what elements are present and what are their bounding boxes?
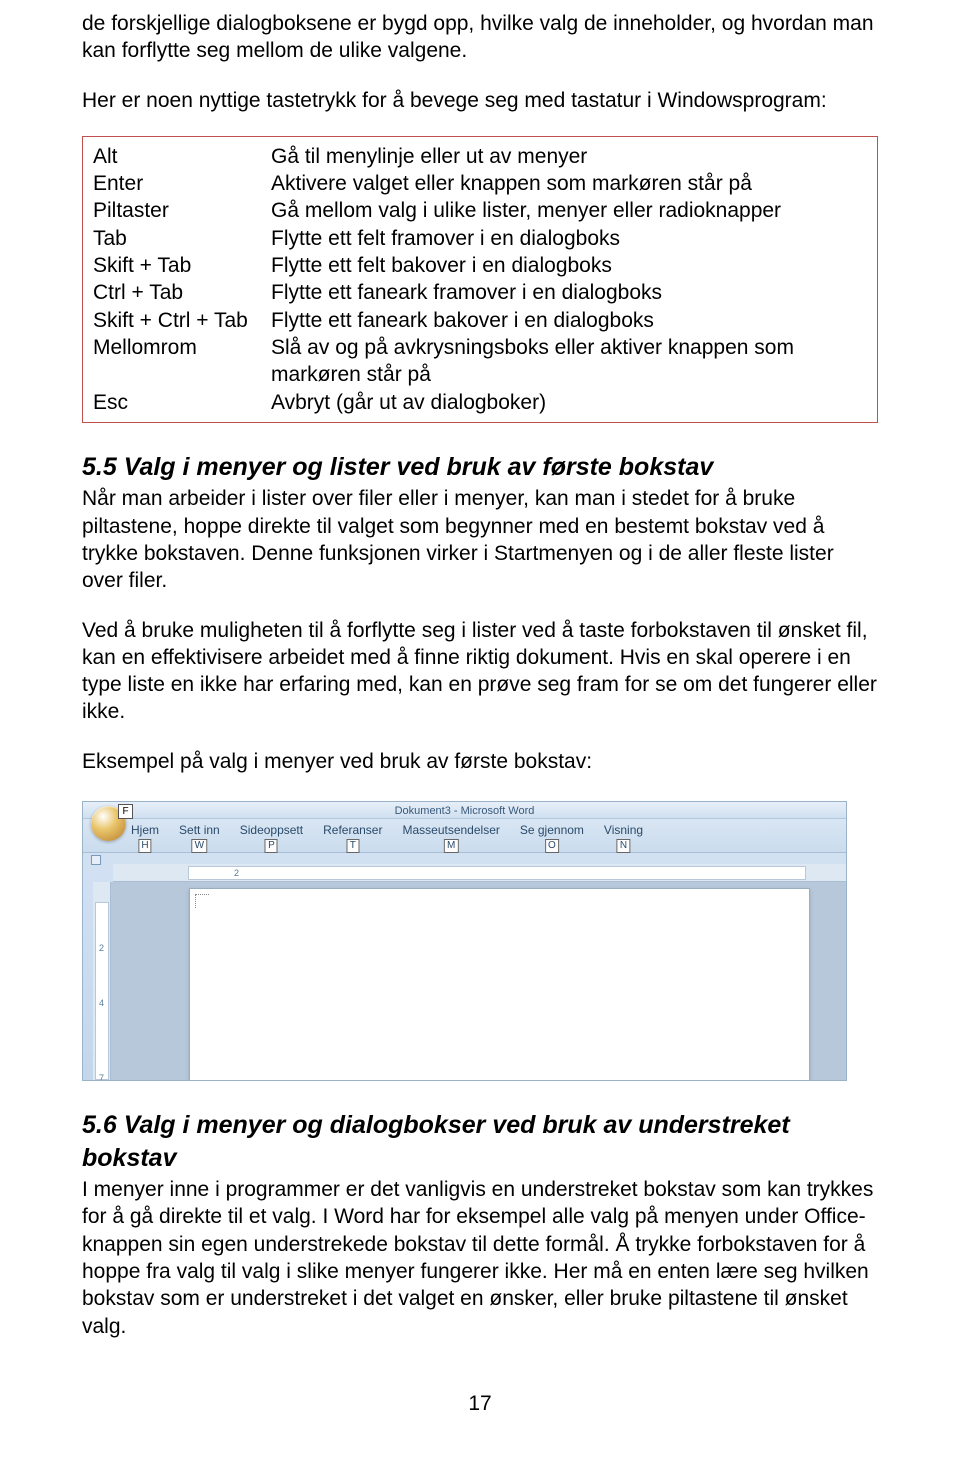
word-document-page[interactable] <box>189 888 810 1081</box>
document-page: de forskjellige dialogboksene er bygd op… <box>0 0 960 1447</box>
ribbon: Hjem H Sett inn W Sideoppsett P Referans… <box>83 819 846 853</box>
section-5-5: 5.5 Valg i menyer og lister ved bruk av … <box>82 451 878 775</box>
shortcut-row: Tab Flytte ett felt framover i en dialog… <box>93 225 867 252</box>
shortcut-desc: Avbryt (går ut av dialogboker) <box>271 389 867 416</box>
shortcut-key: Mellomrom <box>93 334 271 389</box>
margin-guide-icon <box>195 894 196 908</box>
ribbon-tab-label: Sideoppsett <box>240 823 303 837</box>
shortcut-table: Alt Gå til menylinje eller ut av menyer … <box>93 143 867 416</box>
shortcut-desc: Slå av og på avkrysningsboks eller aktiv… <box>271 334 867 389</box>
ribbon-tab-settinn[interactable]: Sett inn W <box>179 823 220 839</box>
shortcut-row: Ctrl + Tab Flytte ett faneark framover i… <box>93 279 867 306</box>
section-5-6: 5.6 Valg i menyer og dialogbokser ved br… <box>82 1109 878 1340</box>
ribbon-keytip: W <box>192 839 207 853</box>
ribbon-tab-label: Visning <box>604 823 643 837</box>
shortcut-key: Tab <box>93 225 271 252</box>
ruler-tick-label: 2 <box>99 943 104 955</box>
ribbon-keytip: P <box>265 839 278 853</box>
office-button-keytip: F <box>118 804 133 819</box>
ribbon-keytip: N <box>617 839 630 853</box>
shortcut-desc: Gå mellom valg i ulike lister, menyer el… <box>271 197 867 224</box>
word-window-title: Dokument3 - Microsoft Word <box>395 804 535 818</box>
shortcut-key: Alt <box>93 143 271 170</box>
shortcut-key: Ctrl + Tab <box>93 279 271 306</box>
ribbon-tab-label: Hjem <box>131 823 159 837</box>
section-5-5-heading: 5.5 Valg i menyer og lister ved bruk av … <box>82 451 878 484</box>
ribbon-keytip: T <box>346 839 359 853</box>
margin-guide-icon <box>195 894 209 895</box>
word-titlebar: Dokument3 - Microsoft Word <box>83 802 846 819</box>
shortcut-key: Enter <box>93 170 271 197</box>
section-5-6-heading: 5.6 Valg i menyer og dialogbokser ved br… <box>82 1109 878 1174</box>
ruler-tick-label: 4 <box>99 998 104 1010</box>
office-button[interactable]: F <box>91 806 126 841</box>
shortcut-desc: Flytte ett faneark bakover i en dialogbo… <box>271 307 867 334</box>
ribbon-tab-label: Masseutsendelser <box>402 823 499 837</box>
shortcut-desc: Flytte ett felt framover i en dialogboks <box>271 225 867 252</box>
shortcut-key: Esc <box>93 389 271 416</box>
shortcut-row: Skift + Ctrl + Tab Flytte ett faneark ba… <box>93 307 867 334</box>
ribbon-keytip: M <box>444 839 458 853</box>
ruler-tick-label: 2 <box>234 868 239 880</box>
ribbon-tab-label: Sett inn <box>179 823 220 837</box>
section-5-5-p2: Ved å bruke muligheten til å forflytte s… <box>82 617 878 726</box>
shortcut-row: Piltaster Gå mellom valg i ulike lister,… <box>93 197 867 224</box>
ribbon-tab-visning[interactable]: Visning N <box>604 823 643 839</box>
shortcut-key: Piltaster <box>93 197 271 224</box>
word-screenshot-figure: Dokument3 - Microsoft Word F Hjem H Sett… <box>82 801 847 1081</box>
ribbon-tab-label: Referanser <box>323 823 382 837</box>
shortcut-desc: Aktivere valget eller knappen som markør… <box>271 170 867 197</box>
ribbon-groove-icon[interactable] <box>91 855 101 865</box>
shortcut-row: Esc Avbryt (går ut av dialogboker) <box>93 389 867 416</box>
ribbon-tab-segjennom[interactable]: Se gjennom O <box>520 823 584 839</box>
page-number: 17 <box>82 1390 878 1417</box>
section-5-6-p1: I menyer inne i programmer er det vanlig… <box>82 1176 878 1340</box>
shortcut-table-box: Alt Gå til menylinje eller ut av menyer … <box>82 136 878 423</box>
ribbon-keytip: H <box>138 839 151 853</box>
shortcut-row: Enter Aktivere valget eller knappen som … <box>93 170 867 197</box>
section-5-5-p1: Når man arbeider i lister over filer ell… <box>82 485 878 594</box>
shortcut-desc: Flytte ett felt bakover i en dialogboks <box>271 252 867 279</box>
ribbon-tab-label: Se gjennom <box>520 823 584 837</box>
shortcut-row: Mellomrom Slå av og på avkrysningsboks e… <box>93 334 867 389</box>
horizontal-ruler: 2 <box>113 864 846 882</box>
intro-paragraph-1: de forskjellige dialogboksene er bygd op… <box>82 10 878 65</box>
shortcut-key: Skift + Tab <box>93 252 271 279</box>
ribbon-keytip: O <box>545 839 559 853</box>
shortcut-key: Skift + Ctrl + Tab <box>93 307 271 334</box>
shortcut-desc: Gå til menylinje eller ut av menyer <box>271 143 867 170</box>
shortcut-desc: Flytte ett faneark framover i en dialogb… <box>271 279 867 306</box>
shortcut-row: Skift + Tab Flytte ett felt bakover i en… <box>93 252 867 279</box>
word-canvas <box>111 882 846 1080</box>
vertical-ruler: 2 4 7 <box>93 882 111 1080</box>
intro-paragraph-2: Her er noen nyttige tastetrykk for å bev… <box>82 87 878 114</box>
ribbon-tab-sideoppsett[interactable]: Sideoppsett P <box>240 823 303 839</box>
ribbon-tab-referanser[interactable]: Referanser T <box>323 823 382 839</box>
ribbon-tab-hjem[interactable]: Hjem H <box>131 823 159 839</box>
ribbon-tab-masseutsendelser[interactable]: Masseutsendelser M <box>402 823 499 839</box>
ruler-tick-label: 7 <box>99 1073 104 1081</box>
section-5-5-p3: Eksempel på valg i menyer ved bruk av fø… <box>82 748 878 775</box>
shortcut-row: Alt Gå til menylinje eller ut av menyer <box>93 143 867 170</box>
